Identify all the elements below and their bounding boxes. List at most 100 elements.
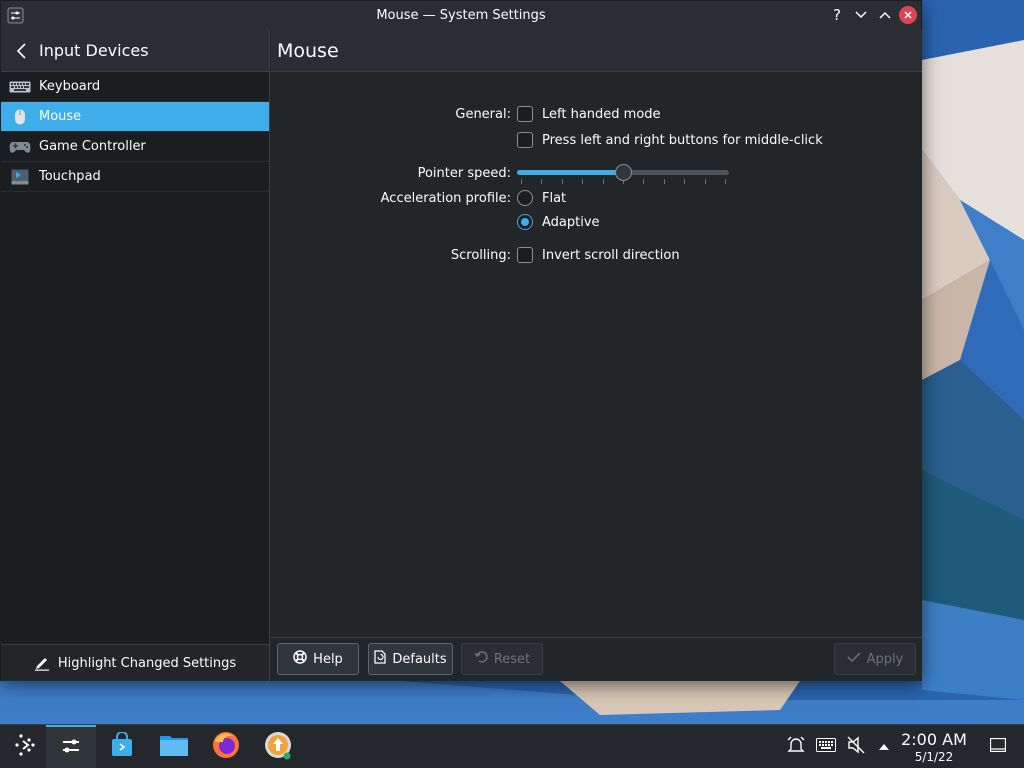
clock-date: 5/1/22 (914, 750, 954, 764)
discover-store-icon (109, 731, 135, 762)
digital-clock[interactable]: 2:00 AM 5/1/22 (896, 730, 972, 765)
checkbox-box[interactable] (517, 247, 533, 263)
help-lifebuoy-icon (293, 650, 307, 668)
middle-click-label: Press left and right buttons for middle-… (542, 132, 823, 148)
invert-scroll-label: Invert scroll direction (542, 247, 680, 263)
general-label: General: (455, 106, 511, 122)
sidebar: Input Devices Keyboard Mouse Game Contro… (1, 30, 270, 681)
system-settings-icon (57, 732, 85, 764)
slider-tick (521, 179, 522, 184)
taskbar-firefox[interactable] (201, 725, 251, 768)
highlight-changed-settings-label: Highlight Changed Settings (57, 655, 237, 671)
help-icon[interactable]: ? (827, 5, 847, 25)
show-desktop-button[interactable] (986, 725, 1010, 768)
taskbar-discover[interactable] (97, 725, 147, 768)
scrolling-label: Scrolling: (450, 247, 511, 263)
sidebar-header: Input Devices (1, 30, 269, 72)
chevron-up-icon (878, 740, 890, 755)
scrolling-row: Scrolling: Invert scroll direction (271, 244, 922, 266)
minimize-icon[interactable] (851, 5, 871, 25)
slider-tick (725, 179, 726, 184)
slider-handle[interactable] (615, 164, 632, 181)
volume-muted-icon (847, 736, 865, 758)
steam-deck-launcher-icon (12, 732, 38, 762)
sidebar-title: Input Devices (39, 41, 149, 60)
left-handed-checkbox[interactable]: Left handed mode (517, 106, 661, 122)
taskbar-file-manager[interactable] (149, 725, 199, 768)
sidebar-item-game-controller[interactable]: Game Controller (1, 132, 269, 162)
slider-fill (517, 170, 623, 175)
middle-click-row: Press left and right buttons for middle-… (271, 129, 922, 151)
back-arrow-icon[interactable] (13, 42, 31, 60)
help-button[interactable]: Help (277, 643, 359, 675)
close-icon[interactable] (899, 6, 917, 24)
help-button-label: Help (313, 651, 343, 667)
sidebar-item-label: Touchpad (39, 169, 101, 184)
taskbar-update[interactable] (253, 725, 303, 768)
taskbar-system-settings[interactable] (46, 725, 96, 768)
maximize-icon[interactable] (875, 5, 895, 25)
application-launcher-button[interactable] (0, 725, 50, 768)
accel-flat-radio[interactable]: Flat (517, 190, 566, 206)
window-controls: ? (827, 5, 917, 25)
defaults-button-label: Defaults (392, 651, 447, 667)
accel-adaptive-radio[interactable]: Adaptive (517, 214, 600, 230)
touchpad-icon (9, 169, 31, 185)
slider-tick (562, 179, 563, 184)
invert-scroll-checkbox[interactable]: Invert scroll direction (517, 247, 680, 263)
sidebar-item-label: Mouse (39, 109, 82, 124)
highlighter-pen-icon (34, 655, 50, 671)
sidebar-item-label: Keyboard (39, 79, 101, 94)
slider-tick (705, 179, 706, 184)
notifications-tray[interactable] (784, 725, 808, 768)
slider-tick (541, 179, 542, 184)
window-titlebar[interactable]: Mouse — System Settings ? (1, 1, 921, 30)
undo-icon (474, 651, 488, 667)
sidebar-item-mouse[interactable]: Mouse (1, 102, 269, 132)
virtual-keyboard-tray[interactable] (814, 725, 838, 768)
accel-flat-label: Flat (542, 190, 567, 206)
highlight-changed-settings-button[interactable]: Highlight Changed Settings (1, 644, 269, 681)
checkbox-box[interactable] (517, 106, 533, 122)
pointer-speed-control (517, 162, 729, 184)
system-settings-icon[interactable] (7, 7, 24, 24)
keyboard-icon (9, 79, 31, 95)
slider-tick (684, 179, 685, 184)
reset-button[interactable]: Reset (461, 643, 543, 675)
checkmark-icon (847, 651, 861, 667)
slider-tick (643, 179, 644, 184)
keyboard-icon (816, 738, 836, 756)
defaults-button[interactable]: Defaults (368, 643, 453, 675)
document-defaults-icon (374, 650, 387, 668)
update-icon (263, 730, 293, 764)
radio-flat[interactable] (517, 190, 533, 206)
firefox-icon (211, 730, 241, 764)
taskbar: 2:00 AM 5/1/22 (0, 724, 1024, 768)
pointer-speed-label: Pointer speed: (417, 165, 511, 181)
radio-adaptive[interactable] (517, 214, 533, 230)
main-panel: Mouse General: Left handed mode Press le… (271, 30, 922, 681)
apply-button[interactable]: Apply (834, 643, 916, 675)
general-row: General: Left handed mode (271, 103, 922, 125)
page-header: Mouse (271, 30, 922, 72)
reset-button-label: Reset (493, 651, 531, 667)
sidebar-item-label: Game Controller (39, 139, 146, 154)
accel-adaptive-label: Adaptive (542, 214, 600, 230)
slider-tick (664, 179, 665, 184)
pointer-speed-slider[interactable] (517, 162, 729, 184)
page-title: Mouse (277, 39, 339, 62)
middle-click-checkbox[interactable]: Press left and right buttons for middle-… (517, 132, 823, 148)
show-desktop-icon (989, 737, 1007, 756)
sidebar-item-keyboard[interactable]: Keyboard (1, 72, 269, 102)
alarm-bell-icon (787, 736, 805, 758)
volume-tray[interactable] (844, 725, 868, 768)
acceleration-row: Acceleration profile: Flat (271, 187, 922, 209)
checkbox-box[interactable] (517, 132, 533, 148)
system-tray-expander[interactable] (874, 725, 894, 768)
apply-button-label: Apply (866, 651, 904, 667)
left-handed-label: Left handed mode (542, 106, 661, 122)
adaptive-row: Adaptive (271, 211, 922, 233)
pointer-speed-row: Pointer speed: (271, 162, 922, 184)
sidebar-item-touchpad[interactable]: Touchpad (1, 162, 269, 192)
window-title: Mouse — System Settings (376, 8, 546, 23)
